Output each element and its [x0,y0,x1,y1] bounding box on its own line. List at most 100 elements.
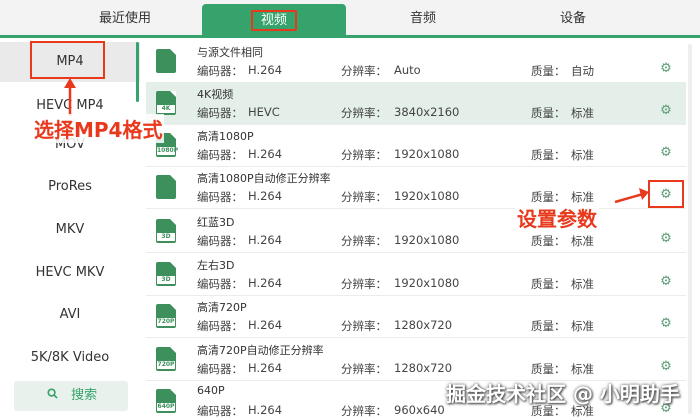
sidebar-scrollbar[interactable] [136,42,139,102]
video-file-icon: 3D [156,219,176,243]
resolution-value: Auto [394,63,421,77]
preset-row[interactable]: 720P 高清720P 编码器： H.264 分辨率： 1280x720 质量： 标准 ⚙ [146,295,686,338]
annotation-arrow-gear [614,188,649,204]
video-file-icon: 640P [156,389,176,413]
resolution-value: 1920x1080 [394,189,460,203]
annotation-gear-box [648,180,684,208]
tab-recent[interactable]: 最近使用 [50,0,200,38]
encoder-value: H.264 [248,276,283,290]
search-button[interactable]: 搜索 [14,381,128,411]
quality-value: 自动 [571,64,594,78]
preset-icon-tag: 1080P [157,147,179,155]
preset-title: 4K视频 [197,88,234,101]
resolution-label: 分辨率： [341,64,387,78]
preset-title: 高清1080P [197,130,254,143]
gear-icon[interactable]: ⚙ [659,275,673,289]
resolution-label: 分辨率： [341,362,387,376]
quality-label: 质量： [531,319,566,333]
resolution-label: 分辨率： [341,148,387,162]
preset-icon-tag: 3D [157,276,175,284]
video-file-icon: 720P [156,347,176,371]
encoder-value: H.264 [248,233,283,247]
gear-icon[interactable]: ⚙ [659,232,673,246]
encoder-label: 编码器： [197,277,243,291]
resolution-value: 1920x1080 [394,147,460,161]
preset-icon-tag: 4K [157,105,175,113]
sidebar-item-5k8k-video[interactable]: 5K/8K Video [0,343,140,373]
preset-title: 高清1080P自动修正分辨率 [197,172,331,185]
preset-row[interactable]: 720P 高清720P自动修正分辨率 编码器： H.264 分辨率： 1280x720 质量… [146,338,686,381]
preset-row[interactable]: 3D 红蓝3D 编码器： H.264 分辨率： 1920x1080 质量： 标准 ⚙ [146,210,686,253]
resolution-label: 分辨率： [341,190,387,204]
encoder-value: H.264 [248,361,283,375]
video-file-icon: 4K [156,91,176,115]
sidebar-item-prores[interactable]: ProRes [0,172,140,202]
encoder-value: H.264 [248,63,283,77]
preset-title: 红蓝3D [197,216,235,229]
gear-icon[interactable]: ⚙ [659,62,673,76]
resolution-label: 分辨率： [341,106,387,120]
quality-value: 标准 [571,362,594,376]
preset-title: 640P [197,384,225,397]
preset-row[interactable]: 与源文件相同 编码器： H.264 分辨率： Auto 质量： 自动 ⚙ [146,40,686,83]
video-file-icon: 3D [156,262,176,286]
quality-value: 标准 [571,319,594,333]
resolution-label: 分辨率： [341,319,387,333]
preset-list: 与源文件相同 编码器： H.264 分辨率： Auto 质量： 自动 ⚙ 4K 4K视频编码器： H… [146,38,686,420]
resolution-value: 1280x720 [394,361,453,375]
video-file-icon [156,175,176,199]
quality-value: 标准 [571,148,594,162]
encoder-label: 编码器： [197,319,243,333]
resolution-value: 1920x1080 [394,276,460,290]
preset-row[interactable]: 4K 4K视频 编码器： HEVC 分辨率： 3840x2160 质量： 标准 ⚙ [146,82,686,125]
encoder-value: H.264 [248,189,283,203]
tab-video[interactable]: 视频 [202,4,346,38]
encoder-value: H.264 [248,403,283,417]
gear-icon[interactable]: ⚙ [659,317,673,331]
sidebar-item-avi[interactable]: AVI [0,300,140,330]
gear-icon[interactable]: ⚙ [659,360,673,374]
sidebar-item-hevc-mkv[interactable]: HEVC MKV [0,258,140,288]
search-label: 搜索 [71,388,98,403]
quality-value: 标准 [571,234,594,248]
gear-icon[interactable]: ⚙ [659,146,673,160]
quality-label: 质量： [531,64,566,78]
resolution-label: 分辨率： [341,277,387,291]
sidebar-item-mkv[interactable]: MKV [0,215,140,245]
preset-row[interactable]: 1080P 高清1080P 编码器： H.264 分辨率： 1920x1080 质量： 标准 ⚙ [146,124,686,167]
preset-list-scrollbar[interactable] [688,44,692,414]
tab-audio[interactable]: 音频 [348,0,498,38]
resolution-label: 分辨率： [341,404,387,418]
encoder-label: 编码器： [197,190,243,204]
format-tab-bar: 最近使用 视频 音频 设备 [0,0,700,38]
encoder-value: H.264 [248,147,283,161]
preset-row[interactable]: 高清1080P自动修正分辨率 编码器： H.264 分辨率： 1920x1080 质量：标… [146,166,686,209]
resolution-value: 1280x720 [394,318,453,332]
quality-value: 标准 [571,277,594,291]
preset-title: 高清720P自动修正分辨率 [197,344,324,357]
encoder-label: 编码器： [197,234,243,248]
quality-value: 标准 [571,106,594,120]
preset-icon-tag: 640P [157,403,175,411]
quality-label: 质量： [531,362,566,376]
preset-row[interactable]: 3D 左右3D 编码器： H.264 分辨率： 1920x1080 质量： 标准 ⚙ [146,253,686,296]
preset-title: 左右3D [197,259,235,272]
preset-icon-tag: 3D [157,233,175,241]
video-file-icon: 720P [156,304,176,328]
watermark: 掘金技术社区 @ 小明助手 [446,382,680,406]
encoder-value: HEVC [248,105,280,119]
quality-label: 质量： [531,277,566,291]
resolution-value: 3840x2160 [394,105,460,119]
resolution-label: 分辨率： [341,234,387,248]
encoder-label: 编码器： [197,148,243,162]
quality-label: 质量： [531,234,566,248]
preset-icon-tag: 720P [157,361,175,369]
preset-icon-tag: 720P [157,318,175,326]
gear-icon[interactable]: ⚙ [659,104,673,118]
tab-video-label: 视频 [250,10,297,31]
quality-label: 质量： [531,148,566,162]
annotation-set-params: 设置参数 [515,203,599,232]
tab-device[interactable]: 设备 [498,0,648,38]
encoder-label: 编码器： [197,404,243,418]
preset-title: 与源文件相同 [197,46,263,59]
